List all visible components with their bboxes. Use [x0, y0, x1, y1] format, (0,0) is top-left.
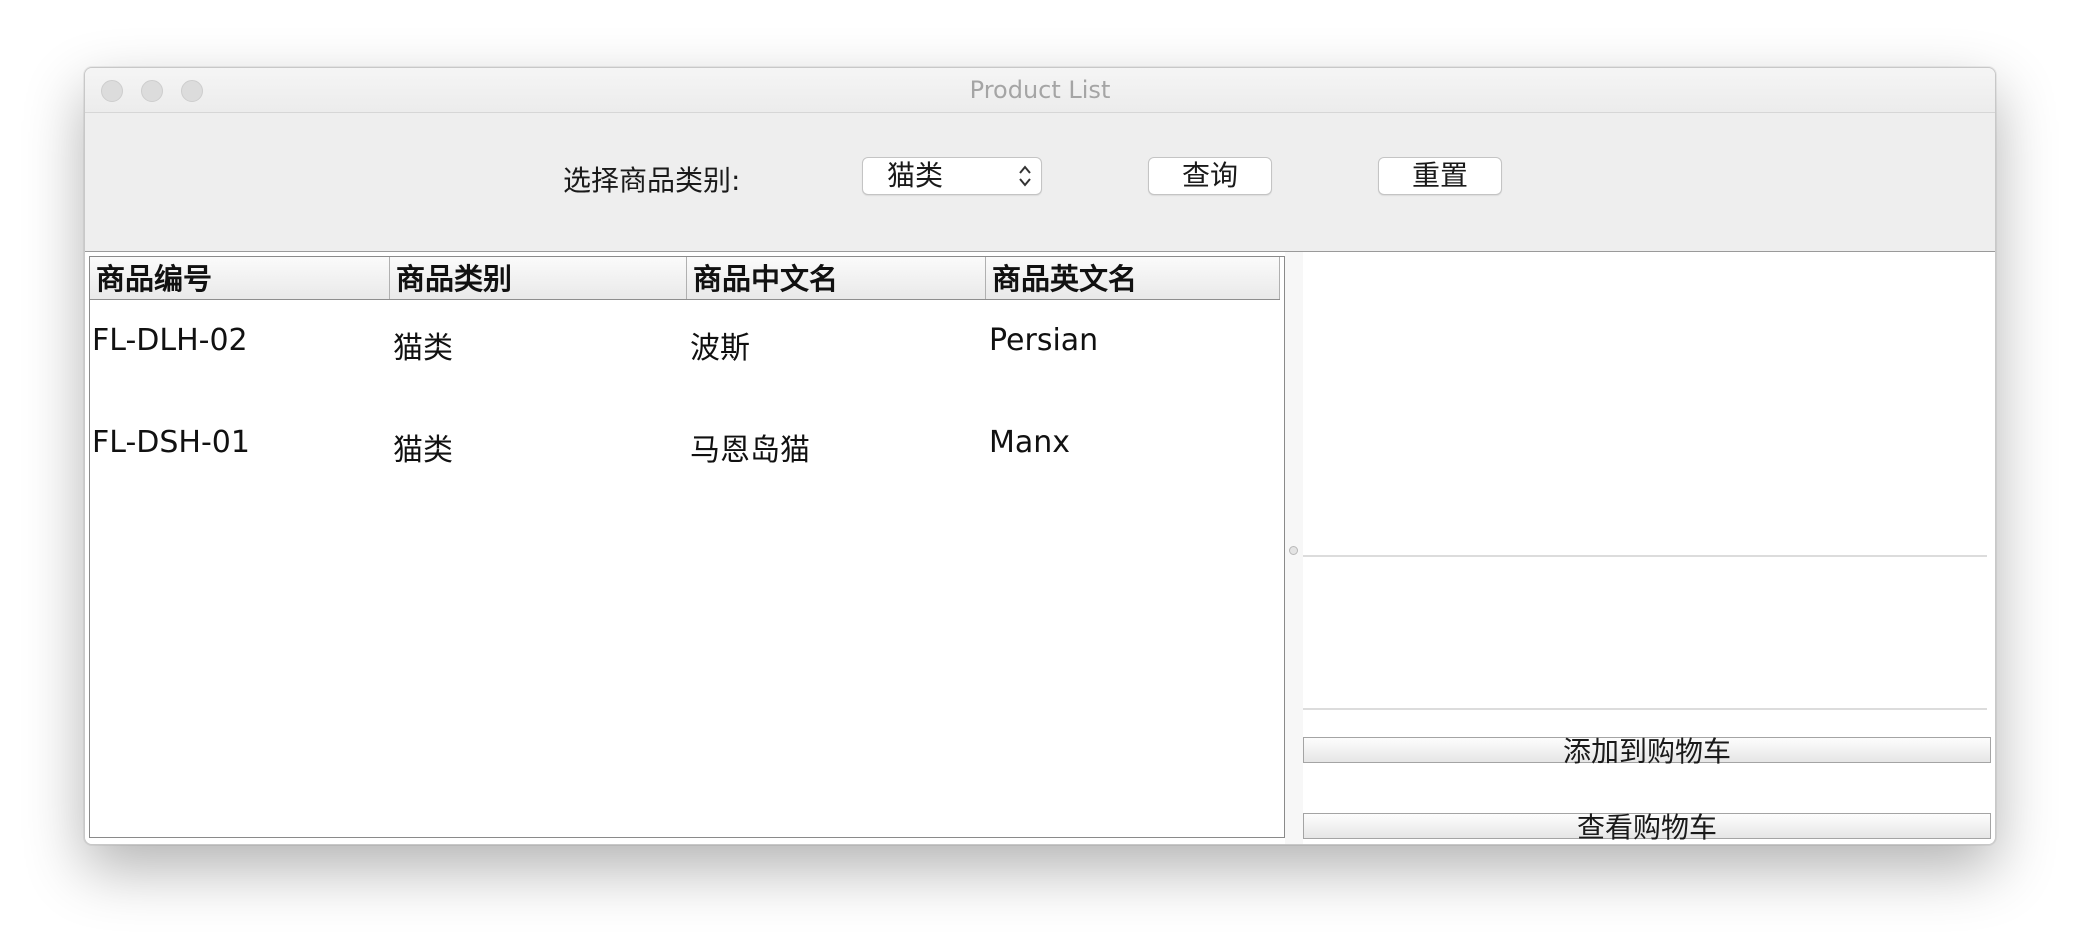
- table-header: 商品编号 商品类别 商品中文名 商品英文名: [90, 257, 1280, 300]
- query-button[interactable]: 查询: [1148, 157, 1272, 195]
- divider-grip-icon: [1289, 546, 1298, 555]
- split-pane-divider[interactable]: [1285, 252, 1303, 844]
- add-to-cart-button[interactable]: 添加到购物车: [1303, 737, 1991, 766]
- divider: [1303, 708, 1987, 710]
- product-table[interactable]: 商品编号 商品类别 商品中文名 商品英文名 FL-DLH-02 猫类 波斯 Pe…: [89, 256, 1285, 838]
- table-cell: 马恩岛猫: [690, 433, 810, 468]
- table-cell: Persian: [989, 323, 1099, 358]
- table-cell: Manx: [989, 425, 1071, 460]
- table-cell: 波斯: [690, 331, 750, 366]
- main-content: 商品编号 商品类别 商品中文名 商品英文名 FL-DLH-02 猫类 波斯 Pe…: [85, 251, 1995, 844]
- chevron-up-down-icon: [1019, 165, 1031, 187]
- table-cell: FL-DLH-02: [92, 323, 248, 358]
- category-select[interactable]: 猫类: [862, 157, 1042, 195]
- table-cell: FL-DSH-01: [92, 425, 250, 460]
- table-cell: 猫类: [393, 433, 453, 468]
- column-header-chinese-name[interactable]: 商品中文名: [687, 257, 986, 299]
- column-header-category[interactable]: 商品类别: [390, 257, 687, 299]
- filter-toolbar: 选择商品类别: 猫类 查询 重置: [85, 113, 1995, 251]
- category-label: 选择商品类别:: [563, 164, 741, 197]
- title-bar[interactable]: Product List: [85, 68, 1995, 113]
- category-select-value: 猫类: [887, 159, 944, 192]
- reset-button[interactable]: 重置: [1378, 157, 1502, 195]
- detail-panel: 添加到购物车 查看购物车: [1303, 252, 1993, 844]
- table-cell: 猫类: [393, 331, 453, 366]
- view-cart-button[interactable]: 查看购物车: [1303, 813, 1991, 842]
- column-header-english-name[interactable]: 商品英文名: [986, 257, 1280, 299]
- divider: [1303, 555, 1987, 557]
- window-title: Product List: [969, 76, 1111, 104]
- product-list-window: Product List 选择商品类别: 猫类 查询 重置 商品编号 商品类别 …: [84, 67, 1996, 845]
- column-header-product-id[interactable]: 商品编号: [90, 257, 390, 299]
